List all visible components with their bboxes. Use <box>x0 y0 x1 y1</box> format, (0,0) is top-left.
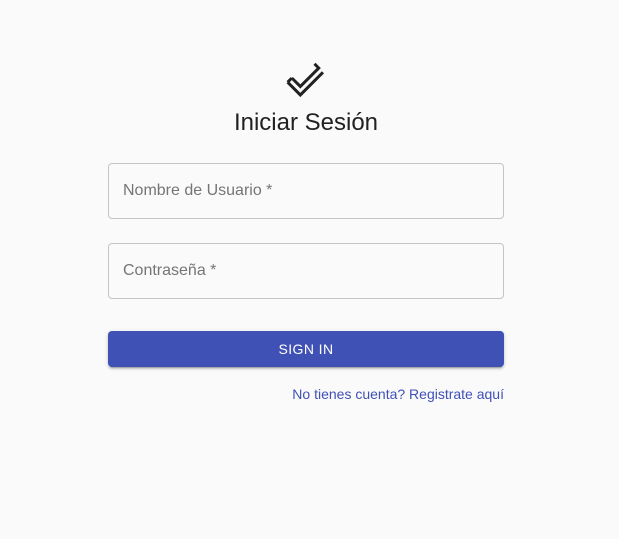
page-title: Iniciar Sesión <box>233 109 379 136</box>
password-field[interactable]: Contraseña * <box>108 243 504 299</box>
sign-in-button[interactable]: SIGN IN <box>108 331 504 367</box>
username-field[interactable]: Nombre de Usuario * <box>108 163 504 219</box>
password-input[interactable] <box>109 244 503 298</box>
check-logo-icon <box>276 54 336 102</box>
register-link[interactable]: No tienes cuenta? Registrate aquí <box>292 385 504 403</box>
username-input[interactable] <box>109 164 503 218</box>
